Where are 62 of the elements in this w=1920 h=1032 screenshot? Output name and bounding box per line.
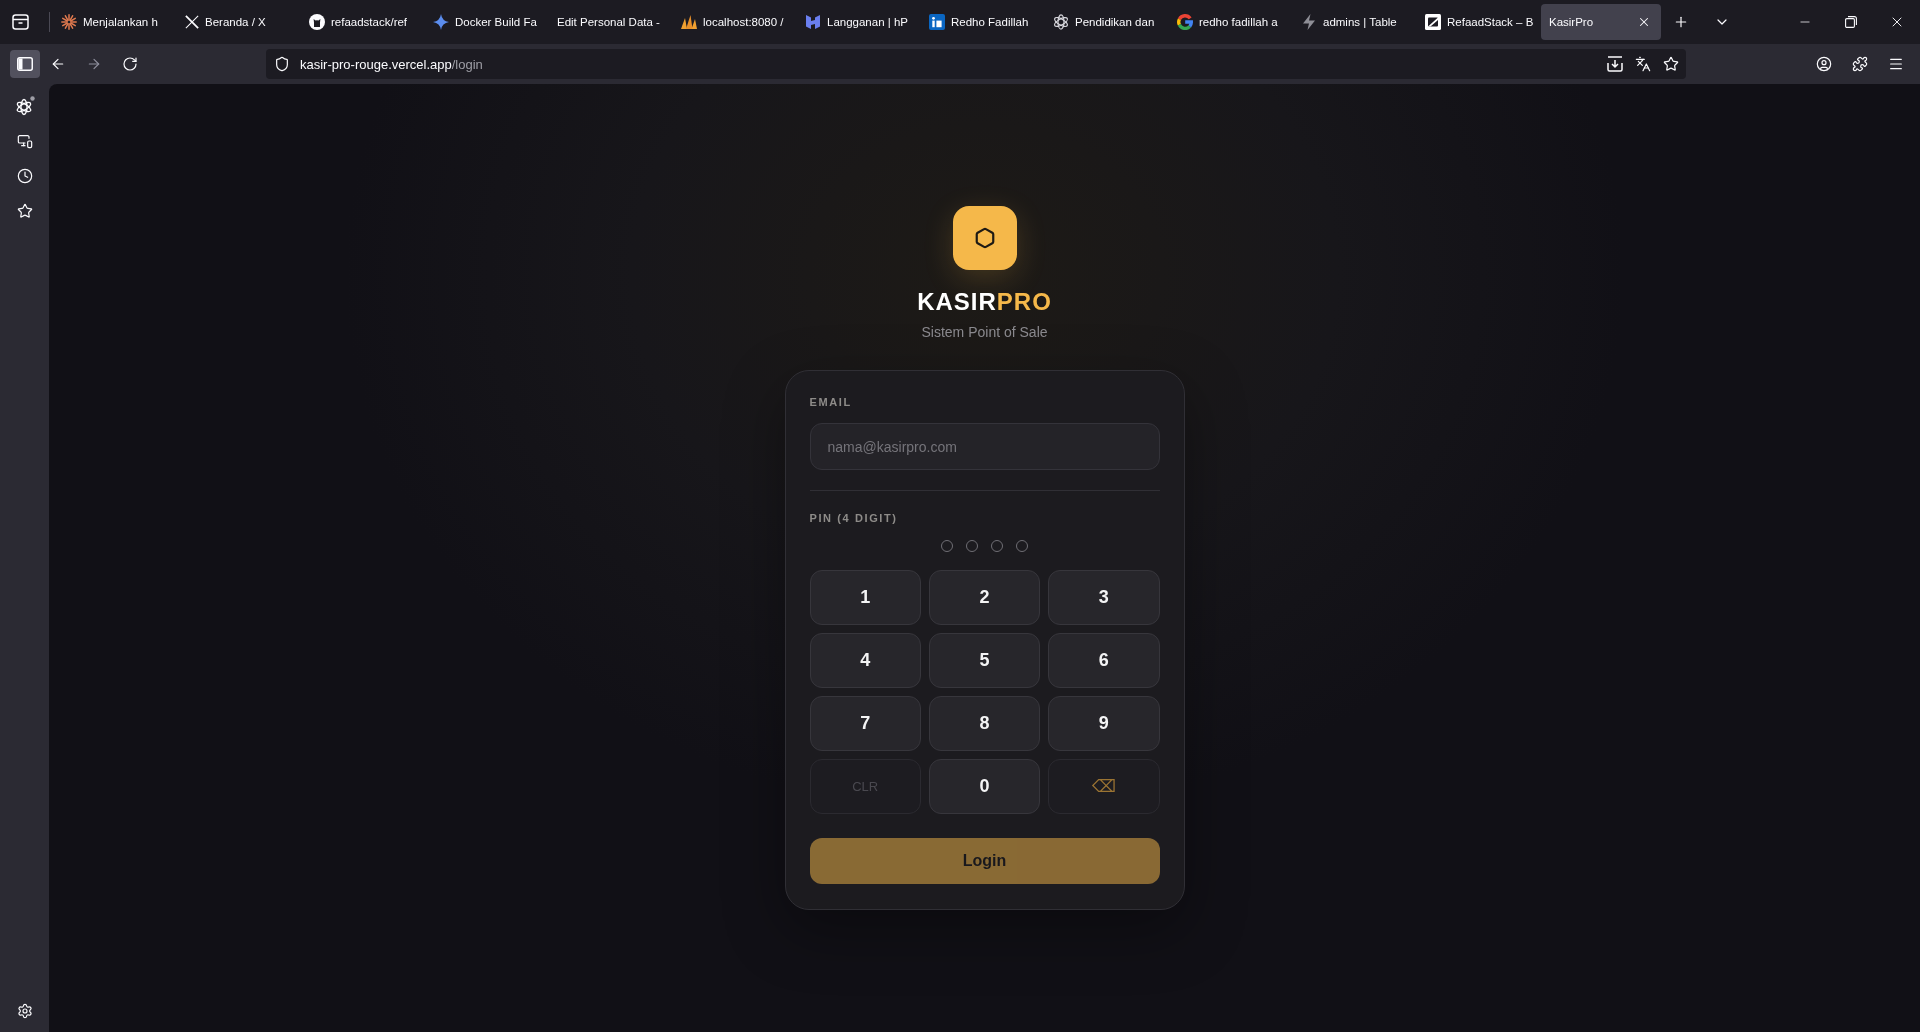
- app-title: KASIRPRO: [917, 288, 1052, 316]
- restore-icon[interactable]: [1845, 16, 1857, 28]
- digit-key[interactable]: 1: [809, 570, 921, 625]
- cross-mark-icon: [185, 15, 199, 29]
- browser-tab[interactable]: Edit Personal Data -: [549, 4, 669, 40]
- sidebar-icon: [17, 57, 33, 71]
- cat-icon: [309, 14, 325, 30]
- menu-icon[interactable]: [1888, 56, 1904, 72]
- email-label: EMAIL: [809, 395, 852, 409]
- settings-icon[interactable]: [16, 1002, 33, 1019]
- bolt-icon: [1301, 14, 1317, 30]
- star-icon[interactable]: [1663, 56, 1679, 72]
- pin-label: PIN (4 DIGIT): [809, 511, 898, 525]
- star-icon[interactable]: [16, 202, 33, 219]
- sunburst-icon: [61, 14, 77, 30]
- digit-key[interactable]: 2: [928, 570, 1041, 625]
- close-icon[interactable]: [1637, 15, 1651, 29]
- digit-key[interactable]: 3: [1048, 570, 1160, 625]
- square-logo-icon: [929, 14, 945, 30]
- digit-key[interactable]: 8: [928, 696, 1041, 751]
- browser-tab[interactable]: refaadstack/ref: [301, 4, 421, 40]
- puzzle-icon[interactable]: [1852, 56, 1868, 72]
- url-text: kasir-pro-rouge.vercel.app/login: [300, 56, 483, 72]
- reload-icon[interactable]: [122, 56, 138, 72]
- browser-tab[interactable]: Beranda / X: [177, 4, 297, 40]
- digit-key[interactable]: 5: [928, 633, 1041, 688]
- browser-tab[interactable]: Menjalankan h: [53, 4, 173, 40]
- plus-icon[interactable]: [1673, 14, 1689, 30]
- browser-tab[interactable]: Pendidikan dan: [1045, 4, 1165, 40]
- download-icon[interactable]: [1607, 56, 1623, 72]
- digit-key[interactable]: 0: [928, 759, 1041, 814]
- ring-icon: [1177, 14, 1193, 30]
- address-bar[interactable]: kasir-pro-rouge.vercel.app/login: [266, 49, 1686, 79]
- browser-tab[interactable]: Docker Build Fa: [425, 4, 545, 40]
- browser-tab[interactable]: admins | Table: [1293, 4, 1413, 40]
- translate-icon[interactable]: [1635, 56, 1651, 72]
- browser-tab[interactable]: localhost:8080 /: [673, 4, 793, 40]
- sparkle-icon: [433, 14, 449, 30]
- hexagon-logo-icon: [952, 206, 1017, 270]
- browser-tab[interactable]: Langganan | hP: [797, 4, 917, 40]
- bracket-logo-icon: [805, 14, 821, 30]
- digit-key[interactable]: 7: [809, 696, 921, 751]
- email-field[interactable]: nama@kasirpro.com: [809, 423, 1160, 470]
- app-subtitle: Sistem Point of Sale: [921, 323, 1048, 342]
- shield-icon[interactable]: [274, 56, 290, 72]
- clock-icon[interactable]: [16, 167, 33, 184]
- forward-arrow-icon[interactable]: [86, 56, 102, 72]
- browser-tab[interactable]: redho fadillah a: [1169, 4, 1289, 40]
- digit-key[interactable]: 9: [1048, 696, 1160, 751]
- devices-icon[interactable]: [16, 132, 33, 149]
- sidebar-toggle-button[interactable]: [10, 50, 40, 78]
- digit-key[interactable]: 4: [809, 633, 921, 688]
- account-icon[interactable]: [1816, 56, 1832, 72]
- digit-key[interactable]: 6: [1048, 633, 1160, 688]
- knot-icon: [1053, 14, 1069, 30]
- sails-icon: [681, 14, 697, 30]
- browser-tab[interactable]: Redho Fadillah: [921, 4, 1041, 40]
- knot-icon[interactable]: [14, 95, 35, 116]
- browser-tab[interactable]: RefaadStack – B: [1417, 4, 1537, 40]
- box-icon[interactable]: [11, 14, 29, 30]
- tile-logo-icon: [1425, 14, 1441, 30]
- browser-tab[interactable]: KasirPro: [1541, 4, 1661, 40]
